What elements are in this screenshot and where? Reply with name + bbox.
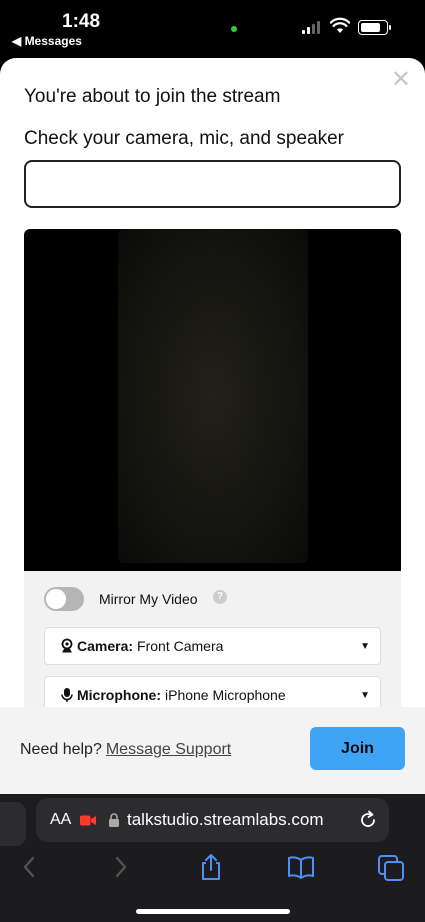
chevron-down-icon: ▼ [360, 640, 370, 652]
camera-preview [24, 229, 401, 571]
microphone-value: iPhone Microphone [165, 687, 286, 703]
join-stream-dialog: ✕ You're about to join the stream Check … [0, 58, 425, 794]
video-feed [118, 229, 308, 563]
forward-icon[interactable] [106, 852, 136, 882]
webcam-icon [61, 638, 73, 653]
close-icon[interactable]: ✕ [391, 68, 411, 92]
camera-value: Front Camera [137, 638, 224, 654]
wifi-icon [330, 17, 350, 33]
home-indicator [136, 909, 290, 914]
bookmarks-icon[interactable] [286, 852, 316, 882]
address-bar[interactable]: AA talkstudio.streamlabs.com [36, 798, 389, 842]
camera-label: Camera: [77, 638, 134, 654]
clock: 1:48 [62, 11, 101, 32]
share-icon[interactable] [196, 852, 226, 882]
reload-icon[interactable] [358, 810, 378, 830]
microphone-icon [61, 688, 73, 702]
dialog-title: You're about to join the stream [24, 86, 281, 107]
help-icon[interactable]: ? [213, 590, 227, 604]
status-bar: 1:48 ◀ Messages [0, 0, 425, 56]
help-text: Need help? Message Support [20, 741, 231, 759]
battery-icon [358, 20, 391, 35]
browser-nav [0, 852, 425, 882]
chevron-down-icon: ▼ [360, 689, 370, 701]
lock-icon [109, 813, 119, 827]
help-prompt: Need help? [20, 741, 102, 758]
camera-recording-icon[interactable] [80, 815, 96, 826]
dialog-subtitle: Check your camera, mic, and speaker [24, 128, 344, 149]
previous-tab-preview[interactable] [0, 802, 26, 846]
microphone-label: Microphone: [77, 687, 161, 703]
cellular-signal-icon [302, 20, 320, 34]
mirror-toggle[interactable] [44, 587, 84, 611]
camera-select[interactable]: Camera: Front Camera ▼ [44, 627, 381, 665]
reader-settings-button[interactable]: AA [50, 811, 71, 829]
browser-toolbar: AA talkstudio.streamlabs.com [0, 794, 425, 922]
message-support-link[interactable]: Message Support [106, 741, 231, 758]
url-text: talkstudio.streamlabs.com [127, 810, 324, 829]
camera-in-use-indicator [231, 26, 237, 32]
tabs-icon[interactable] [376, 852, 406, 882]
mirror-label: Mirror My Video [99, 591, 198, 607]
back-to-messages[interactable]: ◀ Messages [12, 34, 82, 48]
dialog-footer: Need help? Message Support Join [0, 707, 425, 794]
join-button[interactable]: Join [310, 727, 405, 770]
back-icon[interactable] [14, 852, 44, 882]
name-input[interactable] [24, 160, 401, 208]
device-controls: Mirror My Video ? Camera: Front Camera ▼… [24, 571, 401, 714]
